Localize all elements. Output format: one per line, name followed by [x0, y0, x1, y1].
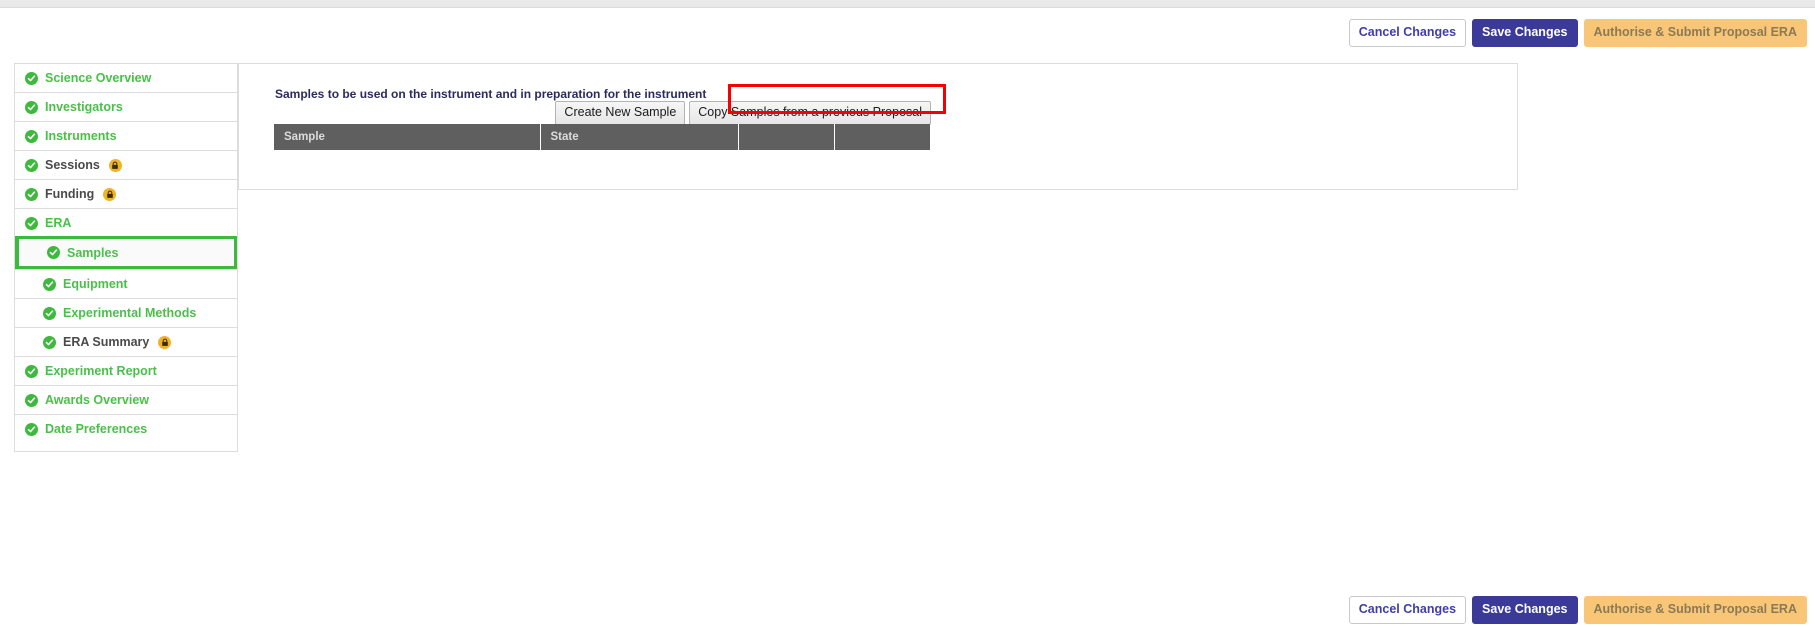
check-circle-icon — [25, 158, 38, 172]
sidebar-item-instruments[interactable]: Instruments — [15, 121, 237, 150]
sidebar-item-label: Investigators — [45, 100, 123, 114]
check-circle-icon — [43, 277, 56, 291]
check-circle-icon — [25, 129, 38, 143]
sidebar-item-label: Awards Overview — [45, 393, 149, 407]
sidebar-item-label: Experiment Report — [45, 364, 157, 378]
cancel-changes-button-top[interactable]: Cancel Changes — [1348, 19, 1467, 47]
column-header-sample[interactable]: Sample — [274, 124, 541, 150]
sidebar-item-science-overview[interactable]: Science Overview — [15, 63, 237, 92]
sidebar-item-label: Samples — [67, 245, 119, 260]
lock-icon — [108, 158, 122, 172]
sidebar-item-label: Equipment — [63, 277, 128, 291]
sidebar-item-era-summary[interactable]: ERA Summary — [15, 327, 237, 356]
create-new-sample-button[interactable]: Create New Sample — [555, 101, 686, 125]
check-circle-icon — [25, 393, 38, 407]
samples-table-header-row: Sample State — [274, 124, 930, 150]
sidebar-item-label: Date Preferences — [45, 422, 148, 436]
sidebar-item-era[interactable]: ERA — [15, 208, 237, 237]
sidebar-item-label: ERA Summary — [63, 335, 150, 349]
lock-icon — [158, 335, 172, 349]
check-circle-icon — [25, 187, 38, 201]
sidebar-item-label: Instruments — [45, 129, 117, 143]
check-circle-icon — [25, 71, 38, 85]
copy-samples-from-previous-proposal-button[interactable]: Copy Samples from a previous Proposal — [689, 101, 931, 125]
sidebar-item-samples[interactable]: Samples — [15, 236, 237, 269]
sidebar-item-label: ERA — [45, 216, 72, 230]
samples-table: Sample State — [274, 124, 930, 150]
action-bar-top: Cancel Changes Save Changes Authorise & … — [0, 19, 1815, 47]
sidebar-item-awards-overview[interactable]: Awards Overview — [15, 385, 237, 414]
sidebar-item-investigators[interactable]: Investigators — [15, 92, 237, 121]
sidebar-item-date-preferences[interactable]: Date Preferences — [15, 414, 237, 443]
check-circle-icon — [25, 364, 38, 378]
samples-action-row: Create New Sample Copy Samples from a pr… — [275, 101, 931, 125]
column-header-state[interactable]: State — [540, 124, 739, 150]
lock-icon — [103, 187, 117, 201]
authorise-submit-button-bottom[interactable]: Authorise & Submit Proposal ERA — [1583, 596, 1807, 624]
proposal-section-sidebar: Science Overview Investigators Instruments… — [14, 63, 238, 452]
check-circle-icon — [25, 422, 38, 436]
sidebar-item-label: Funding — [45, 187, 95, 201]
window-chrome-strip — [0, 0, 1815, 8]
action-bar-bottom: Cancel Changes Save Changes Authorise & … — [0, 596, 1815, 624]
sidebar-item-funding[interactable]: Funding — [15, 179, 237, 208]
authorise-submit-button-top[interactable]: Authorise & Submit Proposal ERA — [1583, 19, 1807, 47]
column-header-blank-1 — [738, 124, 835, 150]
sidebar-item-experiment-report[interactable]: Experiment Report — [15, 356, 237, 385]
check-circle-icon — [47, 246, 60, 259]
column-header-blank-2 — [834, 124, 930, 150]
sidebar-item-label: Science Overview — [45, 71, 152, 85]
cancel-changes-button-bottom[interactable]: Cancel Changes — [1348, 596, 1467, 624]
save-changes-button-top[interactable]: Save Changes — [1472, 19, 1578, 47]
sidebar-item-sessions[interactable]: Sessions — [15, 150, 237, 179]
save-changes-button-bottom[interactable]: Save Changes — [1472, 596, 1578, 624]
sidebar-item-experimental-methods[interactable]: Experimental Methods — [15, 298, 237, 327]
sidebar-item-label: Experimental Methods — [63, 306, 197, 320]
sidebar-item-label: Sessions — [45, 158, 100, 172]
check-circle-icon — [43, 306, 56, 320]
check-circle-icon — [25, 216, 38, 230]
check-circle-icon — [43, 335, 56, 349]
panel-heading: Samples to be used on the instrument and… — [275, 87, 707, 101]
check-circle-icon — [25, 100, 38, 114]
sidebar-item-equipment[interactable]: Equipment — [15, 269, 237, 298]
